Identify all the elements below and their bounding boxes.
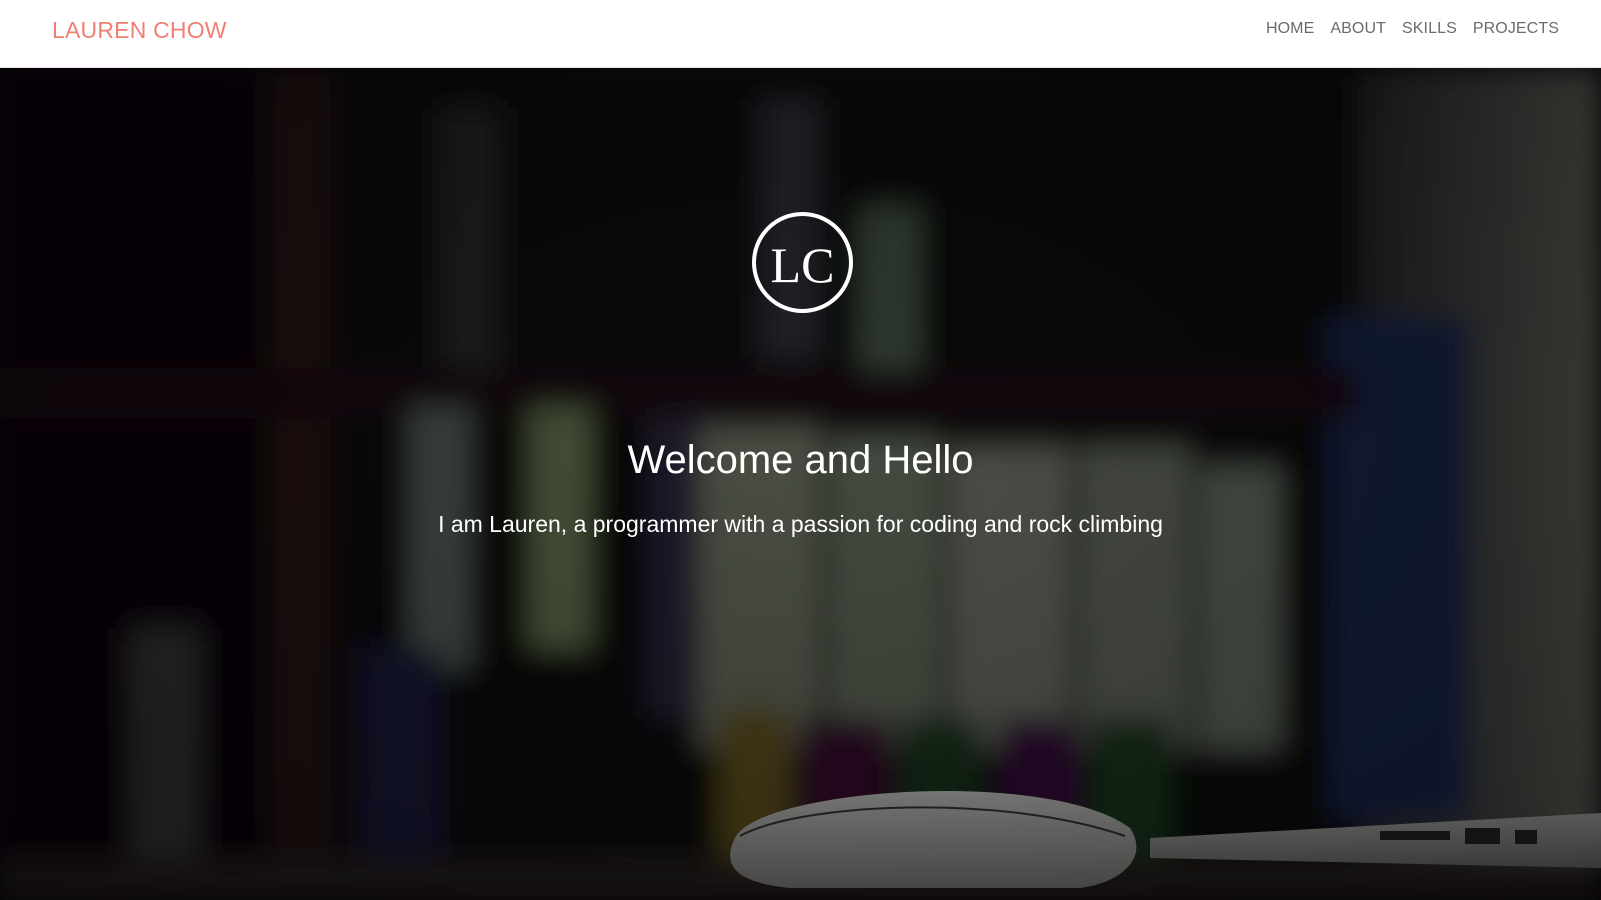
- nav-link-skills[interactable]: SKILLS: [1402, 20, 1457, 38]
- hero-title: Welcome and Hello: [627, 438, 974, 482]
- brand-logo-link[interactable]: LAUREN CHOW: [52, 17, 227, 44]
- main-nav: HOME ABOUT SKILLS PROJECTS: [1266, 20, 1559, 38]
- top-navbar: LAUREN CHOW HOME ABOUT SKILLS PROJECTS: [0, 0, 1601, 68]
- lc-logo-text: LC: [770, 236, 835, 293]
- lc-logo-circle: LC: [752, 212, 853, 313]
- hero-section: LC Welcome and Hello I am Lauren, a prog…: [0, 68, 1601, 900]
- nav-link-about[interactable]: ABOUT: [1330, 20, 1386, 38]
- hero-dark-overlay: [0, 68, 1601, 900]
- hero-subtitle: I am Lauren, a programmer with a passion…: [438, 511, 1163, 537]
- nav-link-home[interactable]: HOME: [1266, 20, 1314, 38]
- nav-link-projects[interactable]: PROJECTS: [1473, 20, 1559, 38]
